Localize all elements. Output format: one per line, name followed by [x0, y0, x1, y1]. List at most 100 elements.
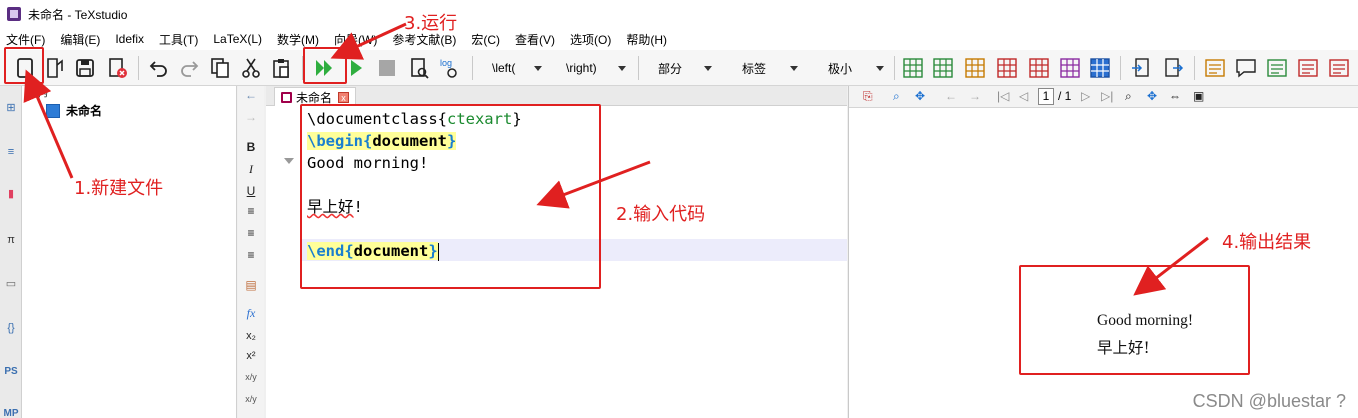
tab-label: 未命名	[296, 90, 333, 105]
superscript-button[interactable]: x²	[238, 350, 264, 362]
left-delimiter-select[interactable]: \left(	[482, 57, 546, 79]
symbols-panel-icon[interactable]: π	[3, 232, 19, 248]
zoom-fit-icon[interactable]: ✥	[1147, 89, 1157, 103]
font-size-select[interactable]: 极小	[818, 57, 888, 79]
stop-button[interactable]	[374, 55, 400, 81]
redo-button[interactable]	[176, 55, 202, 81]
close-file-button[interactable]	[104, 55, 130, 81]
table-button-2[interactable]	[930, 55, 956, 81]
label-select[interactable]: 标签	[732, 57, 802, 79]
env-button-3[interactable]	[1295, 55, 1321, 81]
paste-button[interactable]	[268, 55, 294, 81]
view-pdf-icon	[411, 58, 429, 79]
left-delimiter-value: \left(	[492, 61, 516, 75]
menu-wizards[interactable]: 向导(W)	[334, 31, 377, 48]
structure-root-item[interactable]: 未命名	[46, 102, 102, 119]
sectioning-select[interactable]: 部分	[648, 57, 716, 79]
table-button-4[interactable]	[994, 55, 1020, 81]
env-button-2[interactable]	[1264, 55, 1290, 81]
align-left-icon[interactable]: ≡	[238, 204, 264, 218]
fraction-icon[interactable]: x/y	[238, 372, 264, 382]
pdf-toolbar: ⎘ ⌕ ✥ ← → |◁ ◁ 1 / 1 ▷ ▷| ⌕ ✥ ⇔ ▣	[849, 86, 1358, 108]
copy-button[interactable]	[207, 55, 233, 81]
redo-icon	[181, 61, 199, 77]
undo-button[interactable]	[146, 55, 172, 81]
structure-root-label: 未命名	[66, 104, 103, 118]
annotation-box-output	[1019, 265, 1250, 375]
back-arrow-icon[interactable]: ←	[238, 88, 264, 102]
chevron-down-icon	[704, 65, 712, 71]
document-arrow-icon	[1165, 58, 1184, 77]
table-button-6[interactable]	[1057, 55, 1083, 81]
zoom-icon[interactable]: ⌕	[893, 89, 900, 104]
menu-idefix[interactable]: Idefix	[115, 32, 144, 46]
menu-help[interactable]: 帮助(H)	[626, 31, 667, 48]
new-line-icon[interactable]: ▤	[238, 278, 264, 292]
menu-file[interactable]: 文件(F)	[6, 31, 45, 48]
table-icon	[965, 58, 985, 78]
subscript-button[interactable]: x₂	[238, 330, 264, 342]
menu-view[interactable]: 查看(V)	[515, 31, 555, 48]
italic-button[interactable]: I	[238, 162, 264, 177]
next-page-icon[interactable]: ▷	[1081, 89, 1090, 103]
back-arrow-icon[interactable]: ←	[945, 89, 957, 103]
insert-cite-button[interactable]	[1160, 55, 1186, 81]
view-pdf-button[interactable]	[406, 55, 432, 81]
save-button[interactable]	[72, 55, 98, 81]
table-button-5[interactable]	[1026, 55, 1052, 81]
underline-button[interactable]: U	[238, 184, 264, 198]
align-center-icon[interactable]: ≡	[238, 226, 264, 240]
dfrac-icon[interactable]: x/y	[238, 394, 264, 404]
menu-math[interactable]: 数学(M)	[277, 31, 319, 48]
table-button-7[interactable]	[1087, 55, 1113, 81]
annotation-label-new-file: 1.新建文件	[74, 178, 164, 199]
right-delimiter-value: \right)	[566, 61, 597, 75]
close-icon[interactable]: x	[338, 91, 350, 103]
watermark: CSDN @bluestar ?	[1192, 391, 1346, 411]
align-right-icon[interactable]: ≡	[238, 248, 264, 262]
toc-panel-icon[interactable]: ≡	[3, 144, 19, 160]
env-button-4[interactable]	[1326, 55, 1352, 81]
unsaved-icon	[281, 91, 292, 103]
last-page-icon[interactable]: ▷|	[1101, 89, 1113, 103]
menu-edit[interactable]: 编辑(E)	[60, 31, 100, 48]
table-icon	[1090, 58, 1110, 78]
pstricks-panel-icon[interactable]: PS	[3, 364, 19, 380]
env-button-1[interactable]	[1202, 55, 1228, 81]
prev-page-icon[interactable]: ◁	[1019, 89, 1028, 103]
forward-arrow-icon[interactable]: →	[969, 89, 981, 103]
pan-icon[interactable]: ✥	[915, 89, 925, 103]
bold-button[interactable]: B	[238, 140, 264, 154]
insert-ref-button[interactable]	[1128, 55, 1154, 81]
table-button-1[interactable]	[900, 55, 926, 81]
math-mode-button[interactable]: fx	[238, 306, 264, 321]
open-file-button[interactable]	[42, 55, 68, 81]
open-file-icon	[47, 58, 63, 78]
menu-tools[interactable]: 工具(T)	[159, 31, 198, 48]
annotation-box-run	[303, 47, 347, 84]
menu-latex[interactable]: LaTeX(L)	[213, 32, 262, 46]
table-button-3[interactable]	[962, 55, 988, 81]
page-number-input[interactable]: 1	[1038, 88, 1054, 105]
main-toolbar: log \left( \right) 部分 标签 极小	[0, 50, 1358, 86]
font-size-value: 极小	[828, 61, 853, 76]
comment-button[interactable]	[1233, 55, 1259, 81]
first-page-icon[interactable]: |◁	[997, 89, 1009, 103]
forward-arrow-icon[interactable]: →	[238, 110, 264, 124]
menu-options[interactable]: 选项(O)	[570, 31, 611, 48]
braces-panel-icon[interactable]: {}	[3, 320, 19, 336]
bookmarks-panel-icon[interactable]: ▮	[3, 186, 19, 202]
structure-panel-icon[interactable]: ⊞	[3, 100, 19, 116]
files-panel-icon[interactable]: ▭	[3, 276, 19, 292]
pdf-sync-icon[interactable]: ⎘	[863, 89, 873, 104]
fullscreen-icon[interactable]: ▣	[1193, 89, 1204, 103]
cut-button[interactable]	[238, 55, 264, 81]
fit-width-icon[interactable]: ⇔	[1169, 89, 1181, 103]
close-file-icon	[109, 58, 127, 78]
search-icon[interactable]: ⌕	[1125, 89, 1132, 104]
fold-marker-icon[interactable]	[284, 158, 294, 164]
menu-macros[interactable]: 宏(C)	[471, 31, 500, 48]
view-log-button[interactable]: log	[437, 55, 463, 81]
right-delimiter-select[interactable]: \right)	[556, 57, 630, 79]
metapost-panel-icon[interactable]: MP	[3, 406, 19, 418]
